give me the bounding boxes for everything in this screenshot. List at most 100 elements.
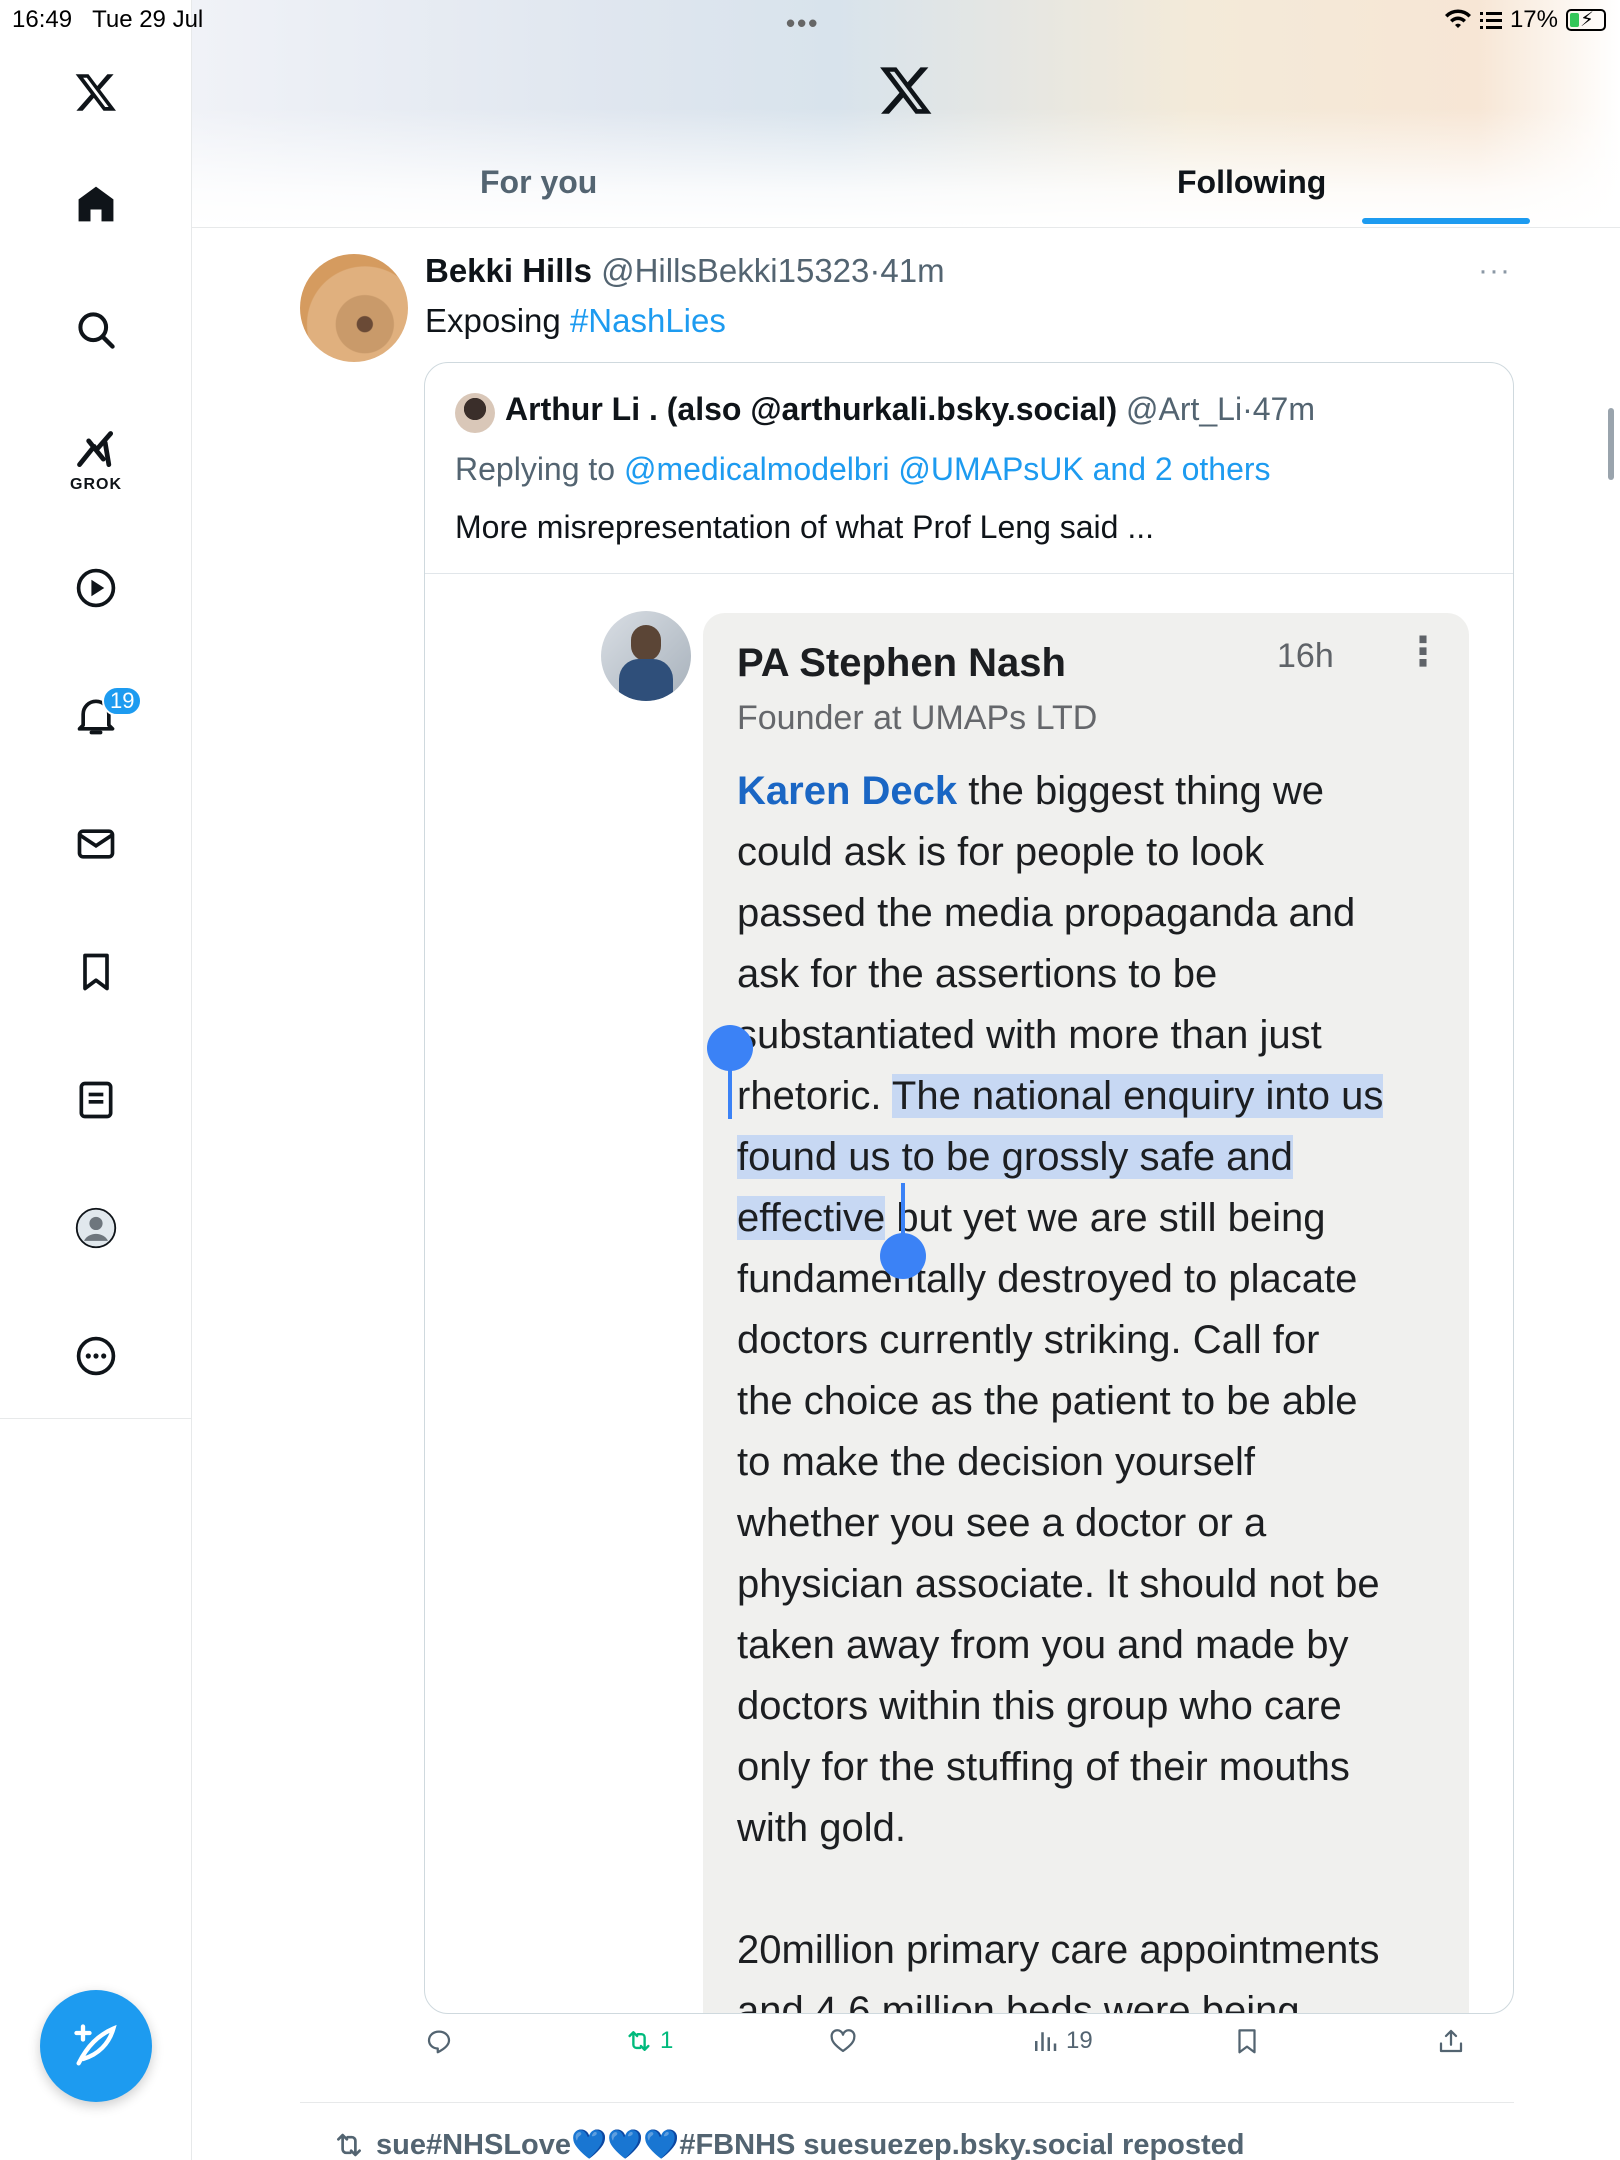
repost-icon — [628, 2031, 650, 2051]
comment-line: ask for the assertions to be — [737, 952, 1218, 996]
comment-line: and 4.6 million beds were being — [737, 1989, 1300, 2014]
meta-separator: · — [869, 252, 881, 289]
avatar[interactable] — [300, 254, 408, 362]
tab-for-you[interactable]: For you — [480, 164, 597, 201]
quoted-author-handle: @Art_Li — [1125, 391, 1243, 427]
selection-end-caret — [901, 1183, 905, 1239]
comment-author-name: PA Stephen Nash — [737, 641, 1066, 685]
x-logo-icon[interactable] — [66, 62, 126, 122]
text-selection[interactable]: found us to be grossly safe and — [737, 1135, 1293, 1179]
views-count: 19 — [1066, 2027, 1093, 2054]
status-indicators: 17% ⚡ — [1444, 6, 1606, 34]
comment-line: could ask is for people to look — [737, 830, 1264, 874]
battery-icon: ⚡ — [1566, 9, 1606, 31]
comment-line: the choice as the patient to be able — [737, 1379, 1358, 1423]
quoted-separator: · — [1242, 391, 1253, 427]
repost-count: 1 — [660, 2027, 674, 2054]
quoted-time: 47m — [1252, 391, 1315, 427]
notification-badge: 19 — [102, 686, 143, 716]
comment-line: fundamentally destroyed to placate — [737, 1257, 1358, 1301]
comment-body[interactable]: Karen Deck the biggest thing we could as… — [737, 761, 1437, 2014]
replying-to: Replying to @medicalmodelbri @UMAPsUK an… — [455, 451, 1271, 487]
repost-button[interactable]: 1 — [624, 2026, 673, 2056]
kebab-menu-icon: ⋮ — [1403, 630, 1443, 674]
mail-icon[interactable] — [66, 814, 126, 874]
tweet-time[interactable]: 41m — [880, 252, 944, 289]
status-bar: 16:49 Tue 29 Jul ••• 17% ⚡ — [0, 0, 1620, 40]
quoted-media-divider — [425, 573, 1513, 574]
selection-start-caret — [728, 1063, 732, 1119]
reply-button[interactable] — [424, 2026, 460, 2056]
bookmark-icon[interactable] — [66, 942, 126, 1002]
quoted-tweet[interactable]: Arthur Li . (also @arthurkali.bsky.socia… — [424, 362, 1514, 2014]
quoted-header: Arthur Li . (also @arthurkali.bsky.socia… — [505, 391, 1315, 428]
comment-line: rhetoric. The national enquiry into us — [737, 1074, 1384, 1118]
comment-line: 20million primary care appointments — [737, 1928, 1380, 1972]
reply-icon — [427, 2030, 451, 2054]
comment-mention: Karen Deck — [737, 769, 958, 813]
list-icon[interactable] — [66, 1070, 126, 1130]
comment-line: taken away from you and made by — [737, 1623, 1349, 1667]
search-icon[interactable] — [66, 300, 126, 360]
quoted-avatar[interactable] — [455, 393, 495, 433]
comment-time: 16h — [1277, 637, 1334, 675]
play-icon[interactable] — [66, 558, 126, 618]
views-icon — [1035, 2032, 1057, 2051]
tweet-actions: 1 19 — [424, 2026, 1514, 2076]
more-options-icon[interactable]: ··· — [1478, 254, 1511, 288]
selection-end-handle[interactable] — [880, 1233, 926, 1279]
timeline-tabs: For you Following — [192, 140, 1620, 228]
home-icon[interactable] — [66, 174, 126, 234]
scrollbar[interactable] — [1608, 408, 1614, 480]
like-button[interactable] — [828, 2026, 864, 2056]
share-button[interactable] — [1436, 2026, 1466, 2056]
views-button[interactable]: 19 — [1030, 2026, 1093, 2056]
hashtag-link[interactable]: #NashLies — [570, 302, 726, 339]
compose-button[interactable] — [40, 1990, 152, 2102]
repost-attribution[interactable]: sue#NHSLove💙💙💙#FBNHS suesuezep.bsky.soci… — [337, 2128, 1245, 2160]
comment-avatar — [601, 611, 691, 701]
multitasking-dots[interactable]: ••• — [786, 8, 819, 39]
author-handle[interactable]: @HillsBekki15323 — [601, 252, 869, 289]
comment-line: found us to be grossly safe and — [737, 1127, 1437, 1188]
active-tab-indicator — [1362, 218, 1530, 224]
share-icon — [1439, 2029, 1463, 2053]
comment-line: to make the decision yourself — [737, 1440, 1256, 1484]
comment-line: doctors within this group who care — [737, 1684, 1342, 1728]
bookmark-icon — [1238, 2029, 1256, 2054]
comment-line: Karen Deck the biggest thing we — [737, 769, 1325, 813]
heart-icon — [830, 2029, 856, 2053]
comment-line: with gold. — [737, 1806, 906, 1850]
repost-attribution-text: sue#NHSLove💙💙💙#FBNHS suesuezep.bsky.soci… — [376, 2129, 1245, 2160]
sidebar: GROK 19 — [0, 0, 192, 2160]
comment-line: doctors currently striking. Call for — [737, 1318, 1320, 1362]
tweet-divider — [300, 2102, 1514, 2103]
more-icon[interactable] — [66, 1326, 126, 1386]
comment-line: substantiated with more than just — [737, 1013, 1322, 1057]
tab-following[interactable]: Following — [1177, 164, 1326, 201]
comment-author-subtitle: Founder at UMAPs LTD — [737, 699, 1098, 737]
text-selection[interactable]: The national enquiry into us — [891, 1074, 1384, 1118]
comment-line: passed the media propaganda and — [737, 891, 1356, 935]
tweet-text: Exposing #NashLies — [425, 302, 726, 339]
comment-bubble: PA Stephen Nash 16h ⋮ Founder at UMAPs L… — [703, 613, 1469, 2014]
x-logo-icon[interactable] — [878, 62, 934, 118]
sidebar-divider — [0, 1418, 192, 1419]
bookmark-button[interactable] — [1232, 2026, 1262, 2056]
profile-icon[interactable] — [66, 1198, 126, 1258]
quoted-text: More misrepresentation of what Prof Leng… — [455, 509, 1155, 545]
wifi-icon — [1444, 9, 1471, 28]
grok-icon[interactable] — [66, 420, 126, 480]
text-selection[interactable]: effective — [737, 1196, 886, 1240]
quoted-author-name: Arthur Li . (also @arthurkali.bsky.socia… — [505, 391, 1118, 427]
author-name[interactable]: Bekki Hills — [425, 252, 592, 289]
compose-quill-icon — [74, 2024, 117, 2066]
grok-label: GROK — [70, 476, 122, 493]
comment-line: physician associate. It should not be — [737, 1562, 1380, 1606]
status-time: 16:49 Tue 29 Jul — [12, 6, 204, 33]
focus-icon — [1479, 12, 1502, 29]
repost-icon — [337, 2133, 361, 2157]
replying-links[interactable]: @medicalmodelbri @UMAPsUK and 2 others — [624, 451, 1271, 487]
battery-percent: 17% — [1509, 6, 1558, 33]
tweet-header: Bekki Hills @HillsBekki15323·41m — [425, 252, 945, 290]
